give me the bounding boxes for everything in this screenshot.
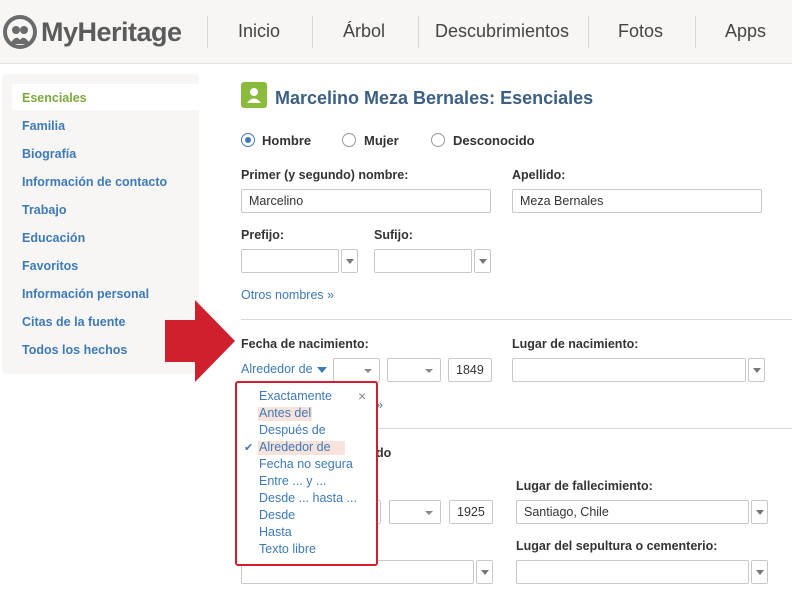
nav-inicio[interactable]: Inicio [238,21,280,42]
sidebar-item-esenciales[interactable]: Esenciales [22,91,87,105]
death-month-select[interactable] [389,500,441,524]
gender-radio-hombre[interactable] [241,133,255,147]
burial-place-label: Lugar del sepultura o cementerio: [516,539,718,553]
prefix-label: Prefijo: [241,228,285,242]
sidebar-item-todos-los-hechos[interactable]: Todos los hechos [22,343,127,357]
first-name-label: Primer (y segundo) nombre: [241,168,409,182]
gender-label-hombre[interactable]: Hombre [262,133,311,148]
suffix-dropdown-button[interactable] [474,249,491,273]
birth-place-dropdown-button[interactable] [748,358,765,382]
date-qualifier-menu: × ✔ Exactamente Antes del Después de Alr… [235,381,378,566]
birth-year-input[interactable]: 1849 [448,358,492,382]
sidebar-item-contacto[interactable]: Información de contacto [22,175,167,189]
menu-item-alrededor-de[interactable]: Alrededor de [259,440,331,454]
menu-item-entre[interactable]: Entre ... y ... [259,474,326,488]
person-icon [241,82,267,108]
death-section-label-fragment: do [376,446,392,460]
logo-text: MyHeritage [41,16,182,47]
birth-month-select[interactable] [387,358,441,382]
birth-day-select[interactable] [333,358,380,382]
page-title: Marcelino Meza Bernales: Esenciales [275,88,594,108]
suffix-input[interactable] [374,249,472,273]
burial-place-input[interactable] [516,560,749,584]
sidebar-item-informacion-personal[interactable]: Información personal [22,287,149,301]
suffix-label: Sufijo: [374,228,413,242]
birth-qualifier-caret-icon[interactable] [317,367,327,373]
death-year-input[interactable]: 1925 [449,500,493,524]
sidebar-item-trabajo[interactable]: Trabajo [22,203,66,217]
nav-arbol[interactable]: Árbol [343,21,385,42]
death-place-input[interactable]: Santiago, Chile [516,500,749,524]
section-divider [241,319,792,320]
burial-place-dropdown-button[interactable] [751,560,768,584]
nav-fotos[interactable]: Fotos [618,21,663,42]
death-place-dropdown-button[interactable] [751,500,768,524]
nav-separator [312,16,313,48]
gender-radio-desconocido[interactable] [431,133,445,147]
myheritage-logo-icon [3,15,37,49]
sidebar-item-familia[interactable]: Familia [22,119,65,133]
birth-place-input[interactable] [512,358,746,382]
menu-item-despues-de[interactable]: Después de [259,423,326,437]
death-place-label: Lugar de fallecimiento: [516,479,653,493]
close-icon[interactable]: × [358,388,366,404]
nav-separator [207,16,208,48]
logo[interactable]: MyHeritage [2,14,182,50]
nav-descubrimientos[interactable]: Descubrimientos [435,21,569,42]
gender-label-mujer[interactable]: Mujer [364,133,399,148]
nav-separator [418,16,419,48]
sidebar-item-citas[interactable]: Citas de la fuente [22,315,126,329]
check-icon: ✔ [244,442,254,454]
red-arrow-icon [165,300,235,382]
nav-separator [588,16,589,48]
nav-apps[interactable]: Apps [725,21,766,42]
gender-radio-mujer[interactable] [342,133,356,147]
birth-qualifier-select[interactable]: Alrededor de [241,362,313,376]
prefix-dropdown-button[interactable] [341,249,358,273]
first-name-input[interactable]: Marcelino [241,189,491,213]
birth-place-label: Lugar de nacimiento: [512,337,639,351]
menu-item-desde[interactable]: Desde [259,508,295,522]
last-name-input[interactable]: Meza Bernales [512,189,762,213]
other-names-link[interactable]: Otros nombres » [241,288,334,302]
top-header: MyHeritage Inicio Árbol Descubrimientos … [0,0,792,64]
last-name-label: Apellido: [512,168,566,182]
menu-item-exactamente[interactable]: Exactamente [259,389,332,403]
menu-item-fecha-no-segura[interactable]: Fecha no segura [259,457,353,471]
nav-separator [695,16,696,48]
menu-item-antes-del[interactable]: Antes del [259,406,311,420]
menu-item-texto-libre[interactable]: Texto libre [259,542,316,556]
birth-date-label: Fecha de nacimiento: [241,337,369,351]
sidebar-item-biografia[interactable]: Biografía [22,147,76,161]
menu-item-hasta[interactable]: Hasta [259,525,292,539]
sidebar-item-favoritos[interactable]: Favoritos [22,259,78,273]
sidebar-item-educacion[interactable]: Educación [22,231,85,245]
gender-label-desconocido[interactable]: Desconocido [453,133,535,148]
menu-item-desde-hasta[interactable]: Desde ... hasta ... [259,491,357,505]
burial-date-dropdown-button[interactable] [476,560,493,584]
prefix-input[interactable] [241,249,339,273]
